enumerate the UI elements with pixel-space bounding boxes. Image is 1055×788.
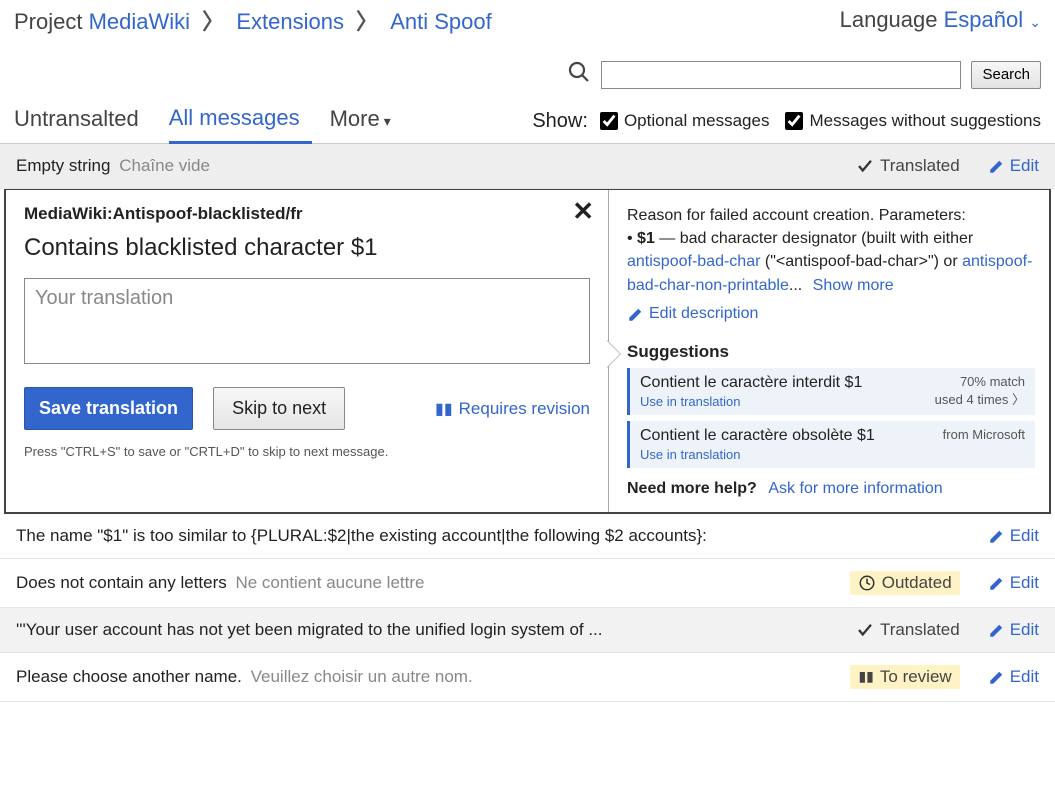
edit-link[interactable]: Edit bbox=[988, 620, 1039, 640]
status-outdated: Outdated bbox=[850, 571, 960, 595]
skip-button[interactable]: Skip to next bbox=[213, 387, 345, 430]
message-source: Does not contain any letters bbox=[16, 573, 227, 592]
edit-description-link[interactable]: Edit description bbox=[627, 305, 758, 323]
checkbox-optional-label: Optional messages bbox=[624, 111, 770, 131]
language-label: Language bbox=[840, 7, 938, 32]
keyboard-hint: Press "CTRL+S" to save or "CRTL+D" to sk… bbox=[24, 444, 590, 459]
message-text: Empty string Chaîne vide bbox=[16, 156, 856, 176]
translation-input[interactable] bbox=[24, 278, 590, 364]
tab-untranslated[interactable]: Untransalted bbox=[14, 100, 151, 142]
message-row-empty[interactable]: Empty string Chaîne vide Translated Edit bbox=[0, 144, 1055, 189]
breadcrumb-antispoof[interactable]: Anti Spoof bbox=[390, 9, 492, 34]
tab-more[interactable]: More bbox=[330, 100, 403, 142]
chevron-down-icon: ⌄ bbox=[1029, 14, 1041, 30]
use-in-translation-link[interactable]: Use in translation bbox=[640, 447, 875, 462]
clock-icon bbox=[858, 574, 876, 592]
checkbox-no-suggestions-input[interactable] bbox=[785, 112, 803, 130]
pencil-icon bbox=[988, 527, 1006, 545]
message-source: Empty string bbox=[16, 156, 110, 175]
message-text: Please choose another name. Veuillez cho… bbox=[16, 667, 850, 687]
message-source: Please choose another name. bbox=[16, 667, 242, 686]
message-text: Does not contain any letters Ne contient… bbox=[16, 573, 850, 593]
checkbox-optional-messages[interactable]: Optional messages bbox=[600, 111, 770, 131]
breadcrumb: Project MediaWiki 〉 Extensions 〉 Anti Sp… bbox=[14, 4, 492, 36]
suggestions-heading: Suggestions bbox=[627, 342, 1035, 362]
language-selector[interactable]: Language Español ⌄ bbox=[840, 7, 1041, 33]
message-text: '''Your user account has not yet been mi… bbox=[16, 620, 856, 640]
suggestion-1[interactable]: Contient le caractère interdit $1 Use in… bbox=[627, 368, 1035, 415]
message-row-noletters[interactable]: Does not contain any letters Ne contient… bbox=[0, 559, 1055, 608]
breadcrumb-extensions[interactable]: Extensions bbox=[236, 9, 344, 34]
pencil-icon bbox=[988, 668, 1006, 686]
breadcrumb-sep-icon: 〉 bbox=[356, 9, 378, 34]
checkbox-no-suggestions[interactable]: Messages without suggestions bbox=[785, 111, 1041, 131]
edit-link[interactable]: Edit bbox=[988, 156, 1039, 176]
message-description: Reason for failed account creation. Para… bbox=[627, 204, 1035, 297]
breadcrumb-sep-icon: 〉 bbox=[202, 9, 224, 34]
message-row-choose[interactable]: Please choose another name. Veuillez cho… bbox=[0, 653, 1055, 702]
source-text: Contains blacklisted character $1 bbox=[24, 234, 590, 262]
suggestion-text: Contient le caractère interdit $1 bbox=[640, 374, 862, 391]
status-translated: Translated bbox=[856, 620, 960, 640]
message-row-migrated[interactable]: '''Your user account has not yet been mi… bbox=[0, 608, 1055, 653]
pencil-icon bbox=[627, 305, 645, 323]
checkbox-no-suggestions-label: Messages without suggestions bbox=[809, 111, 1041, 131]
search-icon bbox=[567, 60, 591, 89]
edit-link[interactable]: Edit bbox=[988, 667, 1039, 687]
need-help: Need more help? Ask for more information bbox=[627, 480, 1035, 498]
suggestion-text: Contient le caractère obsolète $1 bbox=[640, 427, 875, 444]
message-source: '''Your user account has not yet been mi… bbox=[16, 620, 603, 639]
edit-link[interactable]: Edit bbox=[988, 526, 1039, 546]
suggestion-meta: 70% match used 4 times 〉 bbox=[935, 374, 1025, 408]
show-more-link[interactable]: Show more bbox=[813, 277, 894, 294]
check-icon bbox=[856, 157, 874, 175]
check-icon bbox=[856, 621, 874, 639]
requires-revision-link[interactable]: ▮▮ Requires revision bbox=[435, 399, 590, 419]
flag-icon: ▮▮ bbox=[435, 399, 453, 419]
message-text: The name "$1" is too similar to {PLURAL:… bbox=[16, 526, 988, 546]
close-icon[interactable]: ✕ bbox=[572, 204, 594, 220]
breadcrumb-project[interactable]: MediaWiki bbox=[89, 9, 190, 34]
message-translation: Chaîne vide bbox=[119, 156, 210, 175]
ask-info-link[interactable]: Ask for more information bbox=[768, 480, 942, 497]
message-source: The name "$1" is too similar to {PLURAL:… bbox=[16, 526, 707, 545]
pencil-icon bbox=[988, 574, 1006, 592]
checkbox-optional-input[interactable] bbox=[600, 112, 618, 130]
use-in-translation-link[interactable]: Use in translation bbox=[640, 394, 862, 409]
suggestion-meta: from Microsoft bbox=[943, 427, 1025, 442]
translation-editor: MediaWiki:Antispoof-blacklisted/fr ✕ Con… bbox=[4, 189, 1051, 514]
message-row-similar[interactable]: The name "$1" is too similar to {PLURAL:… bbox=[0, 514, 1055, 559]
tab-all-messages[interactable]: All messages bbox=[169, 99, 312, 144]
status-translated: Translated bbox=[856, 156, 960, 176]
message-translation: Ne contient aucune lettre bbox=[235, 573, 424, 592]
save-translation-button[interactable]: Save translation bbox=[24, 387, 193, 430]
pointer-icon bbox=[606, 340, 620, 368]
edit-link[interactable]: Edit bbox=[988, 573, 1039, 593]
message-key: MediaWiki:Antispoof-blacklisted/fr bbox=[24, 204, 590, 224]
search-button[interactable]: Search bbox=[971, 61, 1041, 89]
pencil-icon bbox=[988, 157, 1006, 175]
flag-icon: ▮▮ bbox=[858, 668, 873, 685]
pencil-icon bbox=[988, 621, 1006, 639]
doc-link-bad-char[interactable]: antispoof-bad-char bbox=[627, 253, 760, 270]
suggestion-2[interactable]: Contient le caractère obsolète $1 Use in… bbox=[627, 421, 1035, 468]
project-label: Project bbox=[14, 9, 82, 34]
status-to-review: ▮▮ To review bbox=[850, 665, 959, 689]
message-translation: Veuillez choisir un autre nom. bbox=[251, 667, 473, 686]
search-input[interactable] bbox=[601, 61, 961, 89]
show-label: Show: bbox=[532, 110, 588, 133]
language-value: Español bbox=[944, 7, 1024, 32]
